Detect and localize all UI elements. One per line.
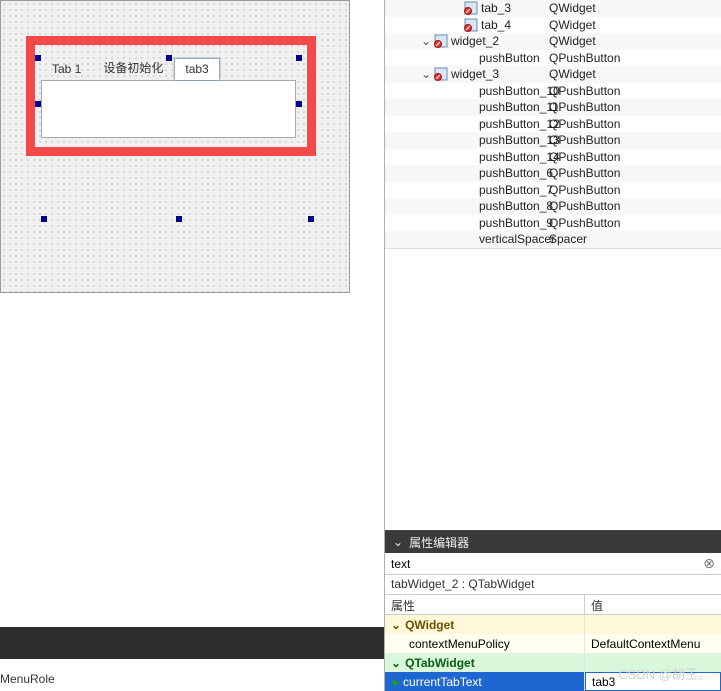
object-name: widget_3 (451, 67, 549, 81)
tree-row[interactable]: pushButton_13QPushButton (385, 132, 721, 149)
group-label: QTabWidget (405, 656, 475, 670)
tree-row[interactable]: pushButton_10QPushButton (385, 83, 721, 100)
widget-nolayout-icon (463, 0, 479, 16)
tree-row[interactable]: pushButton_14QPushButton (385, 149, 721, 166)
widget-nolayout-icon (463, 17, 479, 33)
object-class: QWidget (549, 18, 596, 32)
object-class: QWidget (549, 34, 596, 48)
property-editor-title: 属性编辑器 (409, 534, 469, 551)
object-class: QPushButton (549, 84, 620, 98)
object-name: tab_3 (481, 1, 549, 15)
property-editor: ⌄ 属性编辑器 text ⊗ tabWidget_2 : QTabWidget … (385, 530, 721, 691)
resize-handle[interactable] (41, 216, 47, 222)
object-class: QPushButton (549, 183, 620, 197)
tree-row[interactable]: pushButton_12QPushButton (385, 116, 721, 133)
resize-handle[interactable] (176, 216, 182, 222)
form-canvas[interactable]: Tab 1 设备初始化 tab3 (0, 0, 350, 293)
property-row-currenttabtext[interactable]: ▸ currentTabText (385, 672, 721, 691)
tree-row[interactable]: pushButtonQPushButton (385, 50, 721, 67)
bottom-dark-strip (0, 627, 384, 659)
object-name: pushButton_10 (479, 84, 549, 98)
resize-handle[interactable] (296, 55, 302, 61)
tree-row[interactable]: pushButton_11QPushButton (385, 99, 721, 116)
chevron-down-icon: ⌄ (391, 656, 401, 670)
resize-handle[interactable] (35, 55, 41, 61)
tree-expander-icon[interactable]: ⌄ (419, 67, 433, 81)
tabwidget-preview[interactable]: Tab 1 设备初始化 tab3 (41, 56, 296, 156)
tree-row[interactable]: pushButton_7QPushButton (385, 182, 721, 199)
clear-filter-icon[interactable]: ⊗ (703, 555, 715, 572)
object-class: QPushButton (549, 100, 620, 114)
menurole-label: MenuRole (0, 672, 55, 686)
property-value[interactable]: DefaultContextMenu (585, 634, 721, 653)
tree-row[interactable]: ⌄ widget_2QWidget (385, 33, 721, 50)
resize-handle[interactable] (166, 55, 172, 61)
form-dotgrid: Tab 1 设备初始化 tab3 (1, 1, 349, 292)
object-name: pushButton (479, 51, 549, 65)
object-class: QPushButton (549, 51, 620, 65)
property-key: currentTabText (403, 675, 482, 689)
object-class: QPushButton (549, 199, 620, 213)
tree-row[interactable]: tab_4QWidget (385, 17, 721, 34)
property-key: contextMenuPolicy (385, 634, 585, 653)
col-header-val[interactable]: 值 (585, 595, 721, 614)
tree-row[interactable]: ⌄ widget_3QWidget (385, 66, 721, 83)
tree-row[interactable]: pushButton_9QPushButton (385, 215, 721, 232)
object-name: widget_2 (451, 34, 549, 48)
object-name: pushButton_11 (479, 100, 549, 114)
tab-content[interactable] (41, 80, 296, 138)
form-designer-pane: Tab 1 设备初始化 tab3 (0, 0, 384, 691)
expand-arrow-icon[interactable]: ▸ (393, 675, 399, 689)
chevron-down-icon: ⌄ (391, 618, 401, 632)
object-name: tab_4 (481, 18, 549, 32)
object-name: pushButton_8 (479, 199, 549, 213)
object-name: pushButton_6 (479, 166, 549, 180)
widget-nolayout-icon (433, 66, 449, 82)
object-name: pushButton_14 (479, 150, 549, 164)
group-label: QWidget (405, 618, 454, 632)
resize-handle[interactable] (296, 148, 302, 154)
object-class: QPushButton (549, 150, 620, 164)
object-class: QPushButton (549, 133, 620, 147)
widget-nolayout-icon (433, 33, 449, 49)
property-editor-header[interactable]: ⌄ 属性编辑器 (385, 531, 721, 553)
object-class: QPushButton (549, 216, 620, 230)
object-class: QPushButton (549, 117, 620, 131)
tree-expander-icon[interactable]: ⌄ (419, 34, 433, 48)
object-inspector-tree[interactable]: tab_3QWidgettab_4QWidget⌄widget_2QWidget… (385, 0, 721, 248)
object-name: pushButton_13 (479, 133, 549, 147)
tree-row[interactable]: pushButton_8QPushButton (385, 198, 721, 215)
property-row-contextmenupolicy[interactable]: contextMenuPolicy DefaultContextMenu (385, 634, 721, 653)
resize-handle[interactable] (35, 101, 41, 107)
property-filter-row: text ⊗ (385, 553, 721, 575)
resize-handle[interactable] (166, 148, 172, 154)
property-column-header: 属性 值 (385, 595, 721, 615)
resize-handle[interactable] (35, 148, 41, 154)
col-header-key[interactable]: 属性 (385, 595, 585, 614)
object-name: pushButton_9 (479, 216, 549, 230)
tree-row[interactable]: pushButton_6QPushButton (385, 165, 721, 182)
tab-1[interactable]: Tab 1 (41, 58, 92, 80)
property-group-qwidget[interactable]: ⌄ QWidget (385, 615, 721, 634)
tab-3[interactable]: tab3 (174, 58, 219, 80)
object-class: QPushButton (549, 166, 620, 180)
property-filter-label: text (391, 557, 410, 571)
object-name: pushButton_7 (479, 183, 549, 197)
object-name: pushButton_12 (479, 117, 549, 131)
resize-handle[interactable] (308, 216, 314, 222)
object-class: QWidget (549, 67, 596, 81)
tree-row[interactable]: tab_3QWidget (385, 0, 721, 17)
spacer (385, 248, 721, 531)
property-group-qtabwidget[interactable]: ⌄ QTabWidget (385, 653, 721, 672)
tab-2[interactable]: 设备初始化 (92, 55, 174, 80)
chevron-down-icon: ⌄ (393, 535, 403, 549)
property-context: tabWidget_2 : QTabWidget (385, 575, 721, 595)
object-class: Spacer (549, 232, 587, 246)
resize-handle[interactable] (296, 101, 302, 107)
object-class: QWidget (549, 1, 596, 15)
object-name: verticalSpacer (479, 232, 549, 246)
currenttabtext-input[interactable] (592, 673, 720, 690)
tree-row[interactable]: verticalSpacerSpacer (385, 231, 721, 248)
